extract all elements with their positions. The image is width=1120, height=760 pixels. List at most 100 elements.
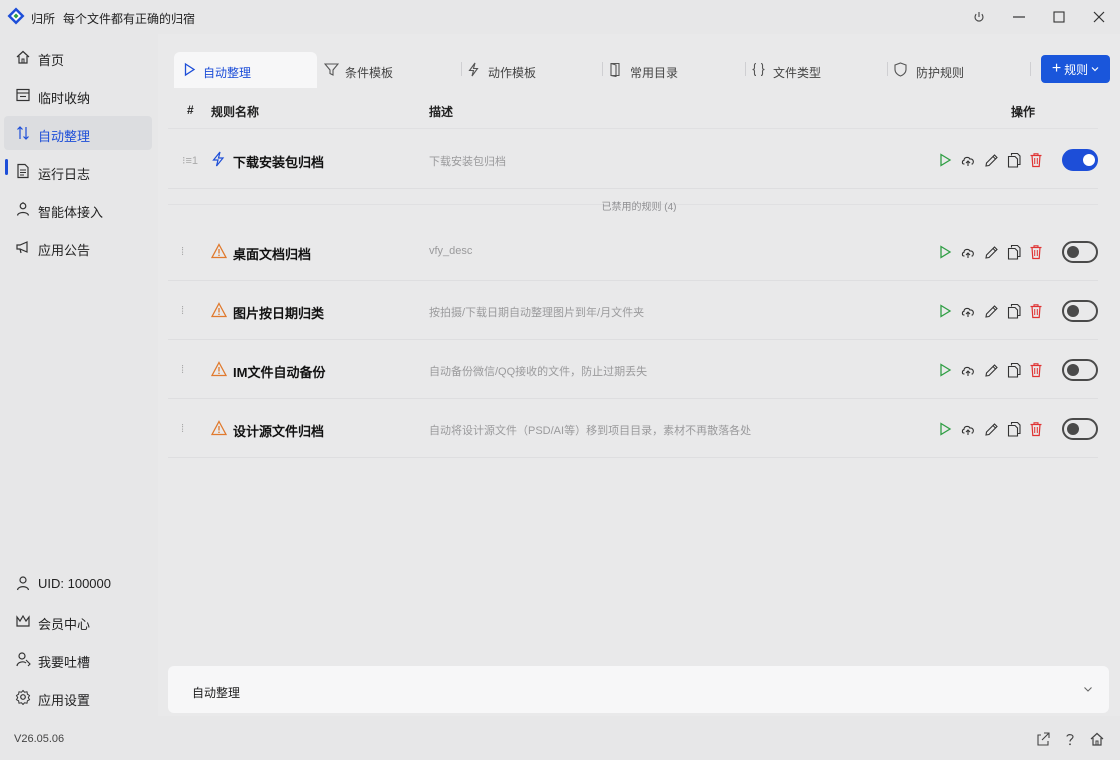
delete-icon[interactable] [1029, 362, 1043, 378]
tab-common-directories[interactable]: 常用目录 [604, 52, 744, 88]
header-divider [168, 128, 1098, 129]
copy-icon[interactable] [1007, 421, 1021, 437]
rule-toggle[interactable] [1062, 241, 1098, 263]
chevron-down-icon[interactable] [1083, 684, 1093, 694]
drag-handle[interactable]: ⁝≡1 [182, 154, 198, 167]
rule-toggle[interactable] [1062, 418, 1098, 440]
user-icon [16, 576, 30, 591]
inbox-icon [16, 88, 30, 102]
add-rule-label: 规则 [1064, 62, 1089, 77]
sidebar-item-home[interactable]: 首页 [4, 40, 152, 74]
maximize-icon[interactable] [1048, 6, 1070, 28]
table-row[interactable]: ⁞ 桌面文档归档 vfy_desc [168, 222, 1098, 281]
toggle-knob [1067, 423, 1079, 435]
run-icon[interactable] [938, 152, 952, 168]
home-icon[interactable] [1089, 731, 1105, 747]
toggle-knob [1067, 246, 1079, 258]
share-icon[interactable] [1035, 731, 1051, 747]
table-row[interactable]: ⁝≡1 下载安装包归档 下载安装包归档 [168, 130, 1098, 189]
rule-description: 自动备份微信/QQ接收的文件，防止过期丢失 [429, 366, 648, 378]
upload-icon[interactable] [961, 244, 975, 260]
drag-handle[interactable]: ⁞ [181, 305, 184, 317]
column-header-index: # [187, 103, 194, 117]
edit-icon[interactable] [984, 303, 998, 319]
warning-icon [211, 302, 227, 318]
log-icon [17, 163, 29, 179]
column-header-actions: 操作 [1011, 105, 1036, 119]
edit-icon[interactable] [984, 152, 998, 168]
tab-auto-organize[interactable]: 自动整理 [174, 52, 317, 88]
rule-name: 桌面文档归档 [233, 247, 312, 262]
tab-protection-rules[interactable]: 防护规则 [892, 52, 1032, 88]
chevron-down-icon [1091, 67, 1099, 72]
sidebar-item-label: 应用设置 [38, 693, 91, 708]
delete-icon[interactable] [1029, 244, 1043, 260]
copy-icon[interactable] [1007, 362, 1021, 378]
delete-icon[interactable] [1029, 421, 1043, 437]
delete-icon[interactable] [1029, 152, 1043, 168]
upload-icon[interactable] [961, 421, 975, 437]
title-bar: 归所 每个文件都有正确的归宿 [0, 0, 1120, 34]
upload-icon[interactable] [961, 152, 975, 168]
copy-icon[interactable] [1007, 303, 1021, 319]
power-icon[interactable] [968, 6, 990, 28]
rule-toggle[interactable] [1062, 300, 1098, 322]
upload-icon[interactable] [961, 303, 975, 319]
sidebar-item-uid[interactable]: UID: 100000 [4, 566, 152, 600]
main-panel: 自动整理 条件模板 动作模板 常用目录 文件类型 防护规则 + 规则 # 规则名… [158, 34, 1120, 716]
warning-icon [211, 361, 227, 377]
sort-icon [17, 126, 29, 140]
status-bar: V26.05.06 [0, 716, 1120, 760]
sidebar-item-announcement[interactable]: 应用公告 [4, 230, 152, 264]
run-icon[interactable] [938, 244, 952, 260]
bottom-panel[interactable]: 自动整理 [168, 666, 1109, 713]
table-row[interactable]: ⁞ IM文件自动备份 自动备份微信/QQ接收的文件，防止过期丢失 [168, 340, 1098, 399]
disabled-rules-label: 已禁用的规则 (4) [601, 202, 677, 213]
sidebar-item-run-log[interactable]: 运行日志 [4, 154, 152, 188]
sidebar-item-auto-organize[interactable]: 自动整理 [4, 116, 152, 150]
copy-icon[interactable] [1007, 244, 1021, 260]
add-rule-button[interactable]: + 规则 [1041, 55, 1110, 83]
edit-icon[interactable] [984, 244, 998, 260]
toggle-knob [1067, 305, 1079, 317]
rule-name: IM文件自动备份 [233, 365, 326, 380]
drag-handle[interactable]: ⁞ [181, 364, 184, 376]
tab-action-templates[interactable]: 动作模板 [462, 52, 602, 88]
agent-icon [16, 202, 30, 216]
tab-file-types[interactable]: 文件类型 [748, 52, 888, 88]
tab-label: 自动整理 [203, 66, 252, 80]
toggle-knob [1083, 154, 1095, 166]
table-row[interactable]: ⁞ 图片按日期归类 按拍摄/下载日期自动整理图片到年/月文件夹 [168, 281, 1098, 340]
drag-handle[interactable]: ⁞ [181, 246, 184, 258]
sidebar-item-membership[interactable]: 会员中心 [4, 604, 152, 638]
bolt-icon [468, 62, 479, 77]
rule-description: 下载安装包归档 [429, 156, 506, 168]
edit-icon[interactable] [984, 362, 998, 378]
sidebar-item-feedback[interactable]: 我要吐槽 [4, 642, 152, 676]
edit-icon[interactable] [984, 421, 998, 437]
column-header-name: 规则名称 [211, 105, 260, 119]
sidebar-item-settings[interactable]: 应用设置 [4, 680, 152, 714]
tab-divider [745, 62, 746, 76]
sidebar-item-label: 我要吐槽 [38, 655, 91, 670]
sidebar-item-inbox[interactable]: 临时收纳 [4, 78, 152, 112]
rule-toggle[interactable] [1062, 359, 1098, 381]
run-icon[interactable] [938, 421, 952, 437]
bottom-panel-label: 自动整理 [192, 686, 241, 700]
rule-toggle[interactable] [1062, 149, 1098, 171]
sidebar-item-agent[interactable]: 智能体接入 [4, 192, 152, 226]
upload-icon[interactable] [961, 362, 975, 378]
warning-icon [211, 243, 227, 259]
run-icon[interactable] [938, 362, 952, 378]
column-header-desc: 描述 [429, 105, 454, 119]
tab-label: 防护规则 [916, 66, 965, 80]
run-icon[interactable] [938, 303, 952, 319]
delete-icon[interactable] [1029, 303, 1043, 319]
drag-handle[interactable]: ⁞ [181, 423, 184, 435]
help-icon[interactable] [1062, 731, 1078, 747]
tab-condition-templates[interactable]: 条件模板 [318, 52, 458, 88]
minimize-icon[interactable] [1008, 6, 1030, 28]
copy-icon[interactable] [1007, 152, 1021, 168]
close-icon[interactable] [1088, 6, 1110, 28]
table-row[interactable]: ⁞ 设计源文件归档 自动将设计源文件（PSD/AI等）移到项目目录，素材不再散落… [168, 399, 1098, 458]
